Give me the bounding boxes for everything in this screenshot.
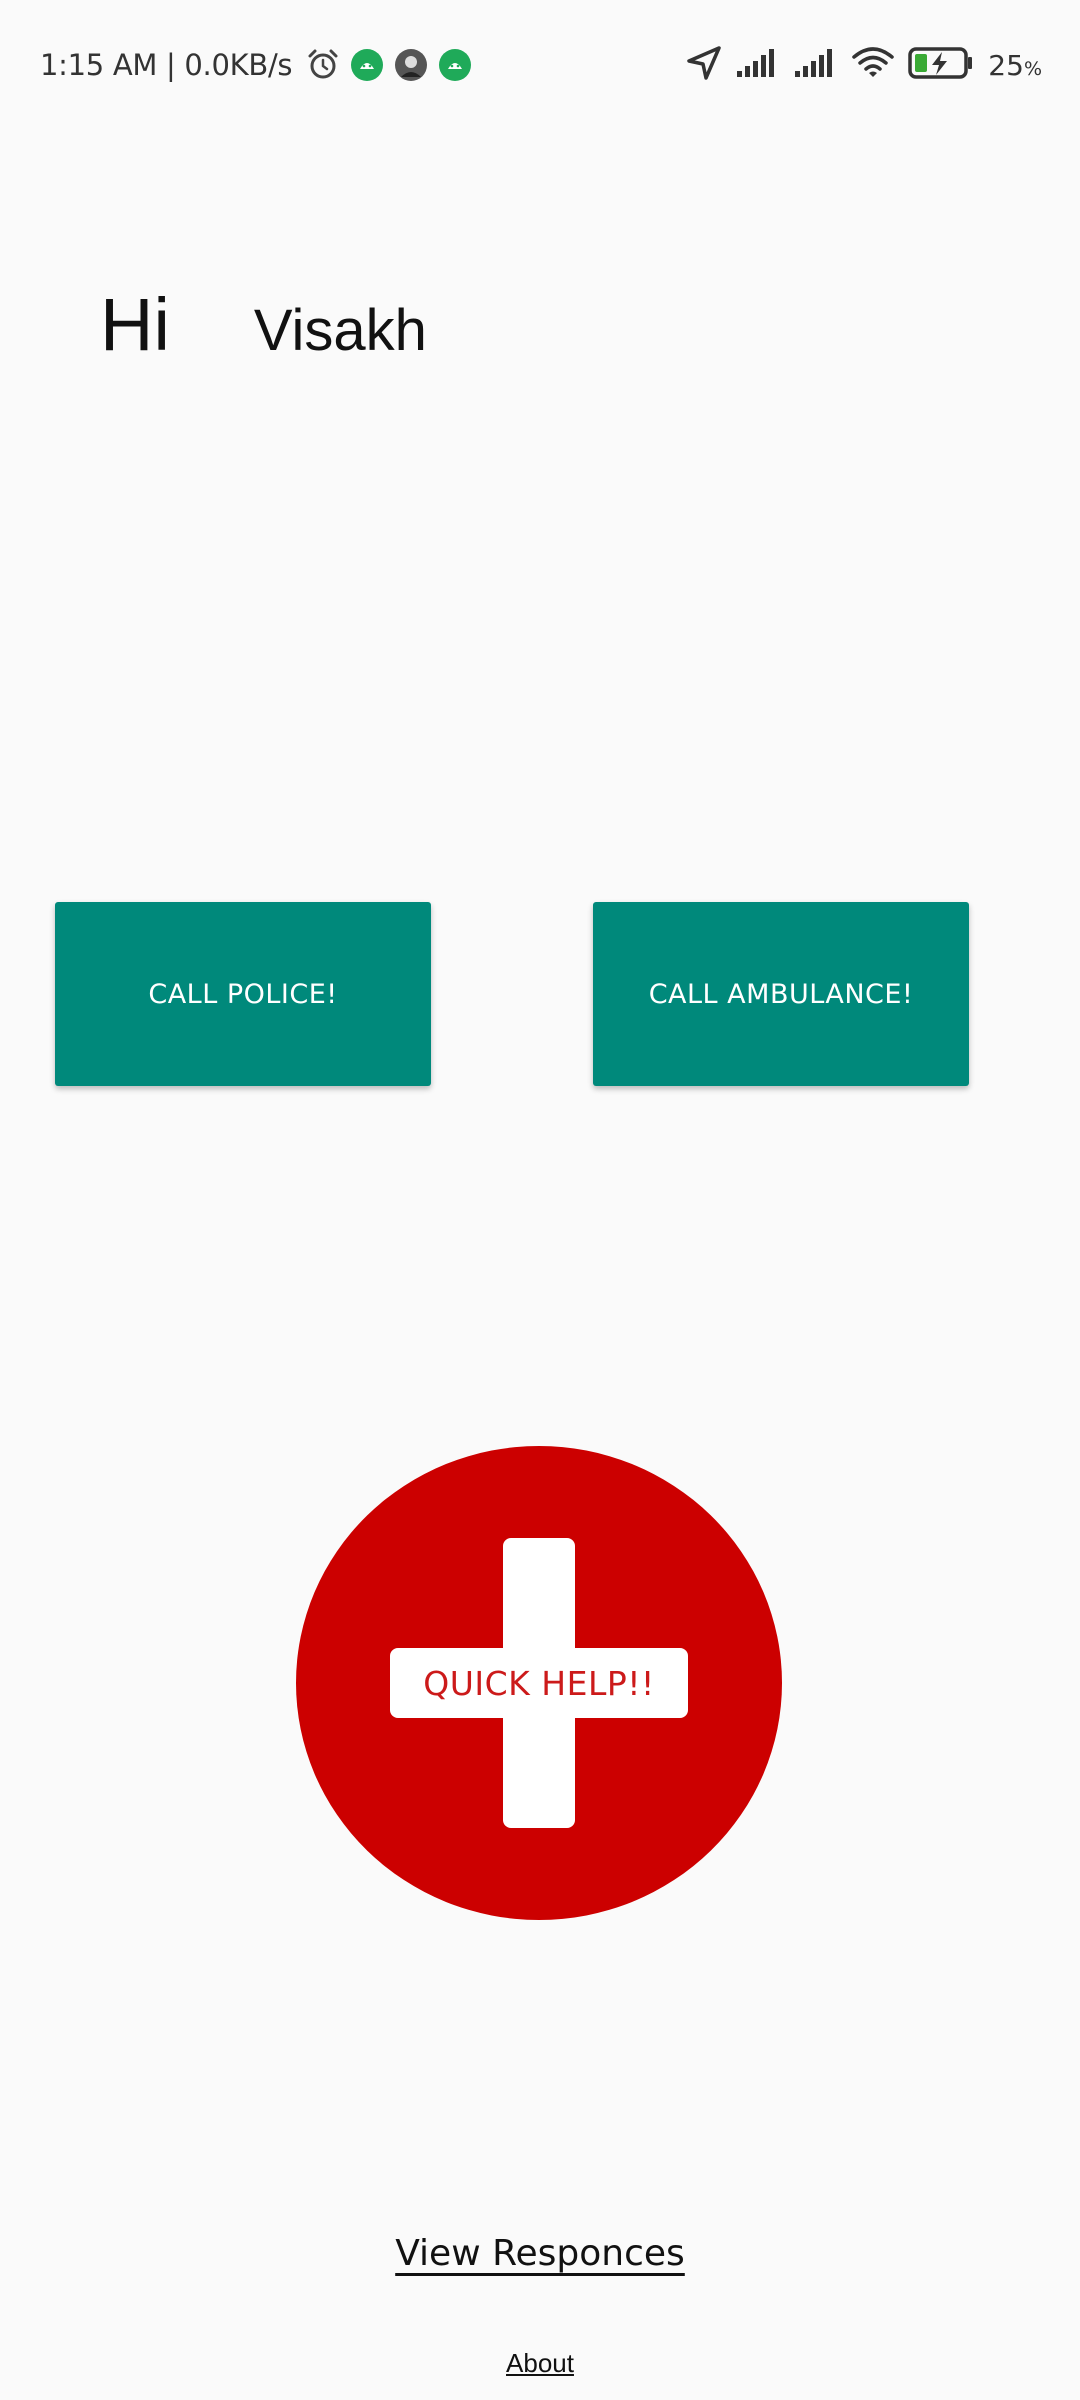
call-ambulance-button[interactable]: CALL AMBULANCE! [593, 902, 969, 1086]
call-police-button[interactable]: CALL POLICE! [55, 902, 431, 1086]
battery-charging-icon [908, 46, 974, 84]
avatar-notification-icon [394, 48, 428, 82]
quick-help-label: QUICK HELP!! [423, 1663, 655, 1703]
greeting-hi: Hi [100, 283, 170, 366]
status-time-speed: 1:15 AM | 0.0KB/s [40, 48, 293, 82]
about-link[interactable]: About [506, 2348, 574, 2378]
signal-icon [736, 47, 780, 83]
status-left: 1:15 AM | 0.0KB/s [40, 40, 472, 90]
about-container: About [0, 2348, 1080, 2379]
android-notification-icon [350, 48, 384, 82]
status-right: 25% [686, 40, 1042, 90]
alarm-icon [306, 48, 340, 82]
signal-icon [794, 47, 838, 83]
view-responses-link[interactable]: View Responces [395, 2233, 685, 2274]
user-name: Visakh [253, 298, 427, 363]
location-icon [686, 45, 722, 85]
status-bar: 1:15 AM | 0.0KB/s 25% [0, 0, 1080, 130]
battery-percent: 25% [988, 48, 1042, 82]
wifi-icon [852, 46, 895, 84]
quick-help-button[interactable]: QUICK HELP!! [296, 1446, 782, 1920]
greeting: Hi Visakh [100, 282, 427, 367]
android-notification-icon [438, 48, 472, 82]
view-responses-container: View Responces [0, 2233, 1080, 2274]
